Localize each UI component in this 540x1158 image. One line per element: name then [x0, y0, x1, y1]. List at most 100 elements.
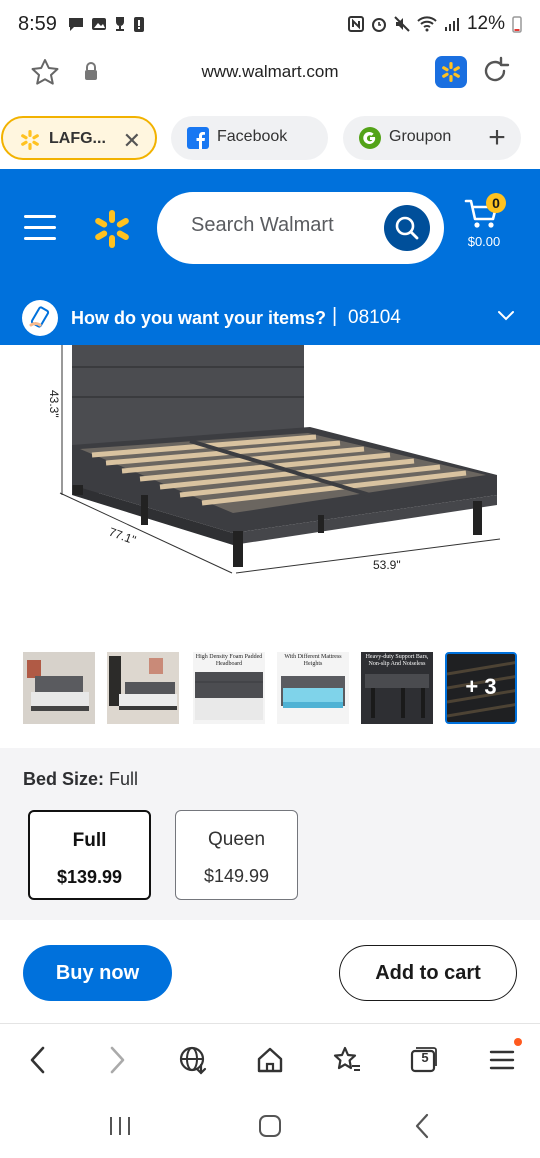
groupon-icon: [359, 127, 381, 149]
tab-label: Groupon: [389, 128, 452, 145]
bed-frame-illustration: 43.3" 77.1" 53.9": [47, 345, 501, 574]
thumbnail-2[interactable]: [107, 652, 179, 724]
walmart-logo[interactable]: [92, 209, 132, 249]
size-option-name: Queen: [207, 829, 266, 850]
phone-hand-icon: [29, 306, 50, 328]
dimension-height: 43.3": [47, 390, 61, 418]
thumbnail-caption: With Different Mattress Heights: [284, 654, 342, 667]
tabs-count: 5: [421, 1050, 429, 1065]
tab-facebook[interactable]: Facebook: [171, 116, 328, 160]
back-button[interactable]: [18, 1042, 58, 1078]
wifi-icon: [417, 16, 437, 32]
tab-groupon[interactable]: Groupon +: [343, 116, 521, 160]
close-tab-icon[interactable]: ✕: [123, 128, 141, 154]
thumbnail-bed-lifestyle-icon: [107, 652, 179, 724]
chevron-right-icon: [110, 1046, 125, 1074]
thumbnail-4[interactable]: With Different Mattress Heights: [277, 652, 349, 724]
purchase-actions: Buy now Add to cart: [0, 921, 540, 1023]
delivery-zip: 08104: [348, 307, 401, 328]
product-image[interactable]: 43.3" 77.1" 53.9": [0, 345, 540, 635]
notification-dot-icon: [514, 1038, 522, 1046]
walmart-header: 0 $0.00 How do you want your items? | 08…: [0, 169, 540, 345]
back-nav-icon: [415, 1113, 429, 1139]
globe-download-button[interactable]: [173, 1042, 213, 1078]
search-icon: [395, 216, 419, 240]
dimension-width: 53.9": [373, 558, 401, 572]
new-tab-button[interactable]: +: [479, 120, 515, 156]
reload-icon[interactable]: [479, 55, 511, 87]
nfc-icon: [347, 16, 364, 32]
delivery-question: How do you want your items?: [71, 308, 327, 328]
facebook-icon: [187, 127, 209, 149]
battery-percent: 12%: [466, 13, 505, 34]
thumbnail-more[interactable]: + 3: [445, 652, 517, 724]
bed-size-label: Bed Size:: [23, 769, 105, 789]
thumbnail-5[interactable]: Heavy-duty Support Bars, Non-slip And No…: [361, 652, 433, 724]
android-nav-bar: [0, 1093, 540, 1158]
bed-size-selected: Full: [109, 769, 139, 789]
alarm-icon: [371, 18, 386, 32]
home-icon: [257, 1047, 283, 1073]
status-right: 12%: [347, 13, 522, 35]
add-to-cart-button[interactable]: Add to cart: [339, 945, 517, 1001]
walmart-app-icon[interactable]: [435, 56, 467, 88]
home-nav-button[interactable]: [250, 1111, 290, 1141]
search-input[interactable]: [191, 214, 381, 237]
menu-button[interactable]: [482, 1038, 522, 1078]
search-box[interactable]: [157, 192, 444, 264]
search-button[interactable]: [384, 205, 430, 251]
tabs-button[interactable]: 5: [403, 1042, 443, 1078]
size-option-price: $149.99: [203, 866, 270, 886]
chat-bubble-icon: [68, 18, 83, 31]
bookmarks-button[interactable]: [327, 1042, 367, 1078]
tab-label: Facebook: [217, 128, 288, 145]
thumbnail-1[interactable]: [23, 652, 95, 724]
thumbnail-caption: Heavy-duty Support Bars, Non-slip And No…: [365, 654, 429, 667]
bed-size-title: Bed Size: Full: [23, 769, 138, 790]
tab-strip: LAFG... ✕ Facebook Groupon +: [0, 112, 540, 164]
thumbnail-strip: High Density Foam Padded Headboard With …: [0, 652, 540, 726]
mute-icon: [394, 16, 410, 32]
size-option-queen[interactable]: Queen $149.99: [175, 810, 298, 900]
tab-label: LAFG...: [49, 130, 106, 147]
dimension-length: 77.1": [107, 525, 138, 548]
size-option-price: $139.99: [56, 867, 123, 887]
signal-icon: [444, 18, 459, 31]
recent-apps-icon: [110, 1117, 130, 1135]
delivery-separator: |: [332, 305, 338, 327]
status-bar: 8:59 12%: [0, 0, 540, 48]
trophy-icon: [115, 17, 124, 31]
spark-icon: [442, 62, 460, 82]
size-option-name: Full: [72, 830, 107, 851]
browser-toolbar: 5: [0, 1023, 540, 1093]
delivery-icon: [22, 300, 58, 336]
home-button[interactable]: [250, 1042, 290, 1078]
back-nav-button[interactable]: [402, 1111, 442, 1141]
star-list-icon: [333, 1046, 360, 1071]
forward-button[interactable]: [97, 1042, 137, 1078]
tab-lafg[interactable]: LAFG... ✕: [1, 116, 157, 160]
thumbnail-3[interactable]: High Density Foam Padded Headboard: [193, 652, 265, 724]
walmart-spark-icon: [21, 130, 39, 150]
battery-alert-icon: [133, 17, 144, 32]
notification-icons: [67, 15, 145, 33]
thumbnail-bed-room-icon: [23, 652, 95, 724]
recent-apps-button[interactable]: [100, 1111, 140, 1141]
hamburger-menu-icon: [489, 1050, 515, 1070]
chevron-left-icon: [30, 1046, 45, 1074]
thumbnail-caption: High Density Foam Padded Headboard: [195, 654, 263, 667]
menu-icon[interactable]: [24, 215, 56, 248]
url-bar: www.walmart.com: [0, 48, 540, 96]
globe-download-icon: [179, 1046, 207, 1075]
size-option-full[interactable]: Full $139.99: [28, 810, 151, 900]
delivery-selector[interactable]: How do you want your items? | 08104: [0, 295, 540, 345]
chevron-down-icon: [498, 311, 514, 321]
home-circle-icon: [259, 1115, 281, 1137]
more-images-label: + 3: [465, 674, 497, 699]
cart-total: $0.00: [467, 234, 501, 249]
cart-count-badge: 0: [486, 193, 506, 213]
buy-now-button[interactable]: Buy now: [23, 945, 172, 1001]
image-icon: [91, 18, 106, 30]
battery-icon: [512, 16, 522, 33]
bed-size-section: Bed Size: Full Full $139.99 Queen $149.9…: [0, 748, 540, 920]
